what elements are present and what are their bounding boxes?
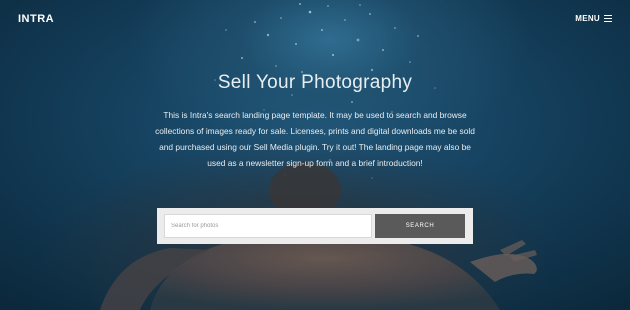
- search-form: SEARCH: [157, 208, 473, 244]
- menu-button[interactable]: MENU: [575, 14, 612, 23]
- site-logo[interactable]: INTRA: [18, 13, 54, 25]
- hero-content: Sell Your Photography This is Intra's se…: [0, 72, 630, 171]
- search-input[interactable]: [164, 214, 372, 238]
- top-navigation: INTRA MENU: [0, 0, 630, 40]
- intro-text: This is Intra's search landing page temp…: [155, 110, 475, 168]
- page-title: Sell Your Photography: [217, 72, 413, 93]
- hero-section: INTRA MENU Sell Your Photography This is…: [0, 0, 630, 310]
- hamburger-menu-icon: [604, 15, 612, 22]
- menu-label: MENU: [575, 14, 600, 23]
- search-button[interactable]: SEARCH: [375, 214, 465, 238]
